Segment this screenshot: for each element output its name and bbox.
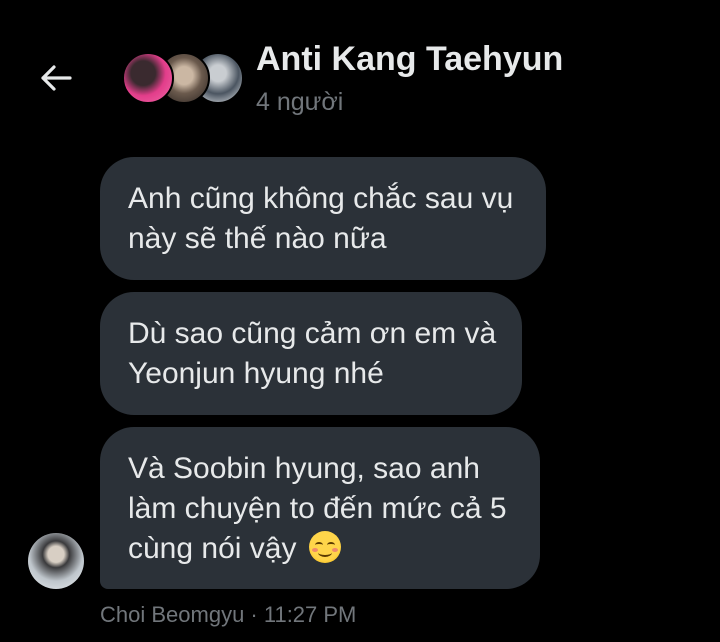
message-text-line: làm chuyện to đến mức cả 5 bbox=[128, 492, 507, 525]
sender-avatar[interactable] bbox=[28, 533, 84, 589]
message-bubble[interactable]: Và Soobin hyung, sao anh làm chuyện to đ… bbox=[100, 427, 540, 589]
message-bubble[interactable]: Dù sao cũng cảm ơn em và Yeonjun hyung n… bbox=[100, 292, 522, 415]
message-text-line: Anh cũng không chắc sau vụ bbox=[128, 182, 514, 215]
arrow-left-icon bbox=[41, 65, 72, 91]
message-text-line: Yeonjun hyung nhé bbox=[128, 357, 384, 390]
participant-count: 4 người bbox=[256, 88, 344, 116]
message-meta: Choi Beomgyu · 11:27 PM bbox=[100, 602, 357, 627]
message-text-line: này sẽ thế nào nữa bbox=[128, 222, 387, 255]
back-button[interactable] bbox=[30, 54, 82, 102]
message-bubble[interactable]: Anh cũng không chắc sau vụ này sẽ thế nà… bbox=[100, 157, 546, 280]
smiling-face-with-blush-icon bbox=[308, 531, 341, 563]
message-text-line: Và Soobin hyung, sao anh bbox=[128, 452, 480, 485]
group-avatars[interactable] bbox=[122, 52, 244, 104]
message-text-segment: cùng nói vậy bbox=[128, 532, 297, 565]
conversation-title[interactable]: Anti Kang Taehyun bbox=[256, 40, 563, 79]
message-text-line: cùng nói vậy bbox=[128, 529, 512, 569]
group-member-avatar bbox=[122, 52, 174, 104]
message-text-line: Dù sao cũng cảm ơn em và bbox=[128, 317, 497, 350]
